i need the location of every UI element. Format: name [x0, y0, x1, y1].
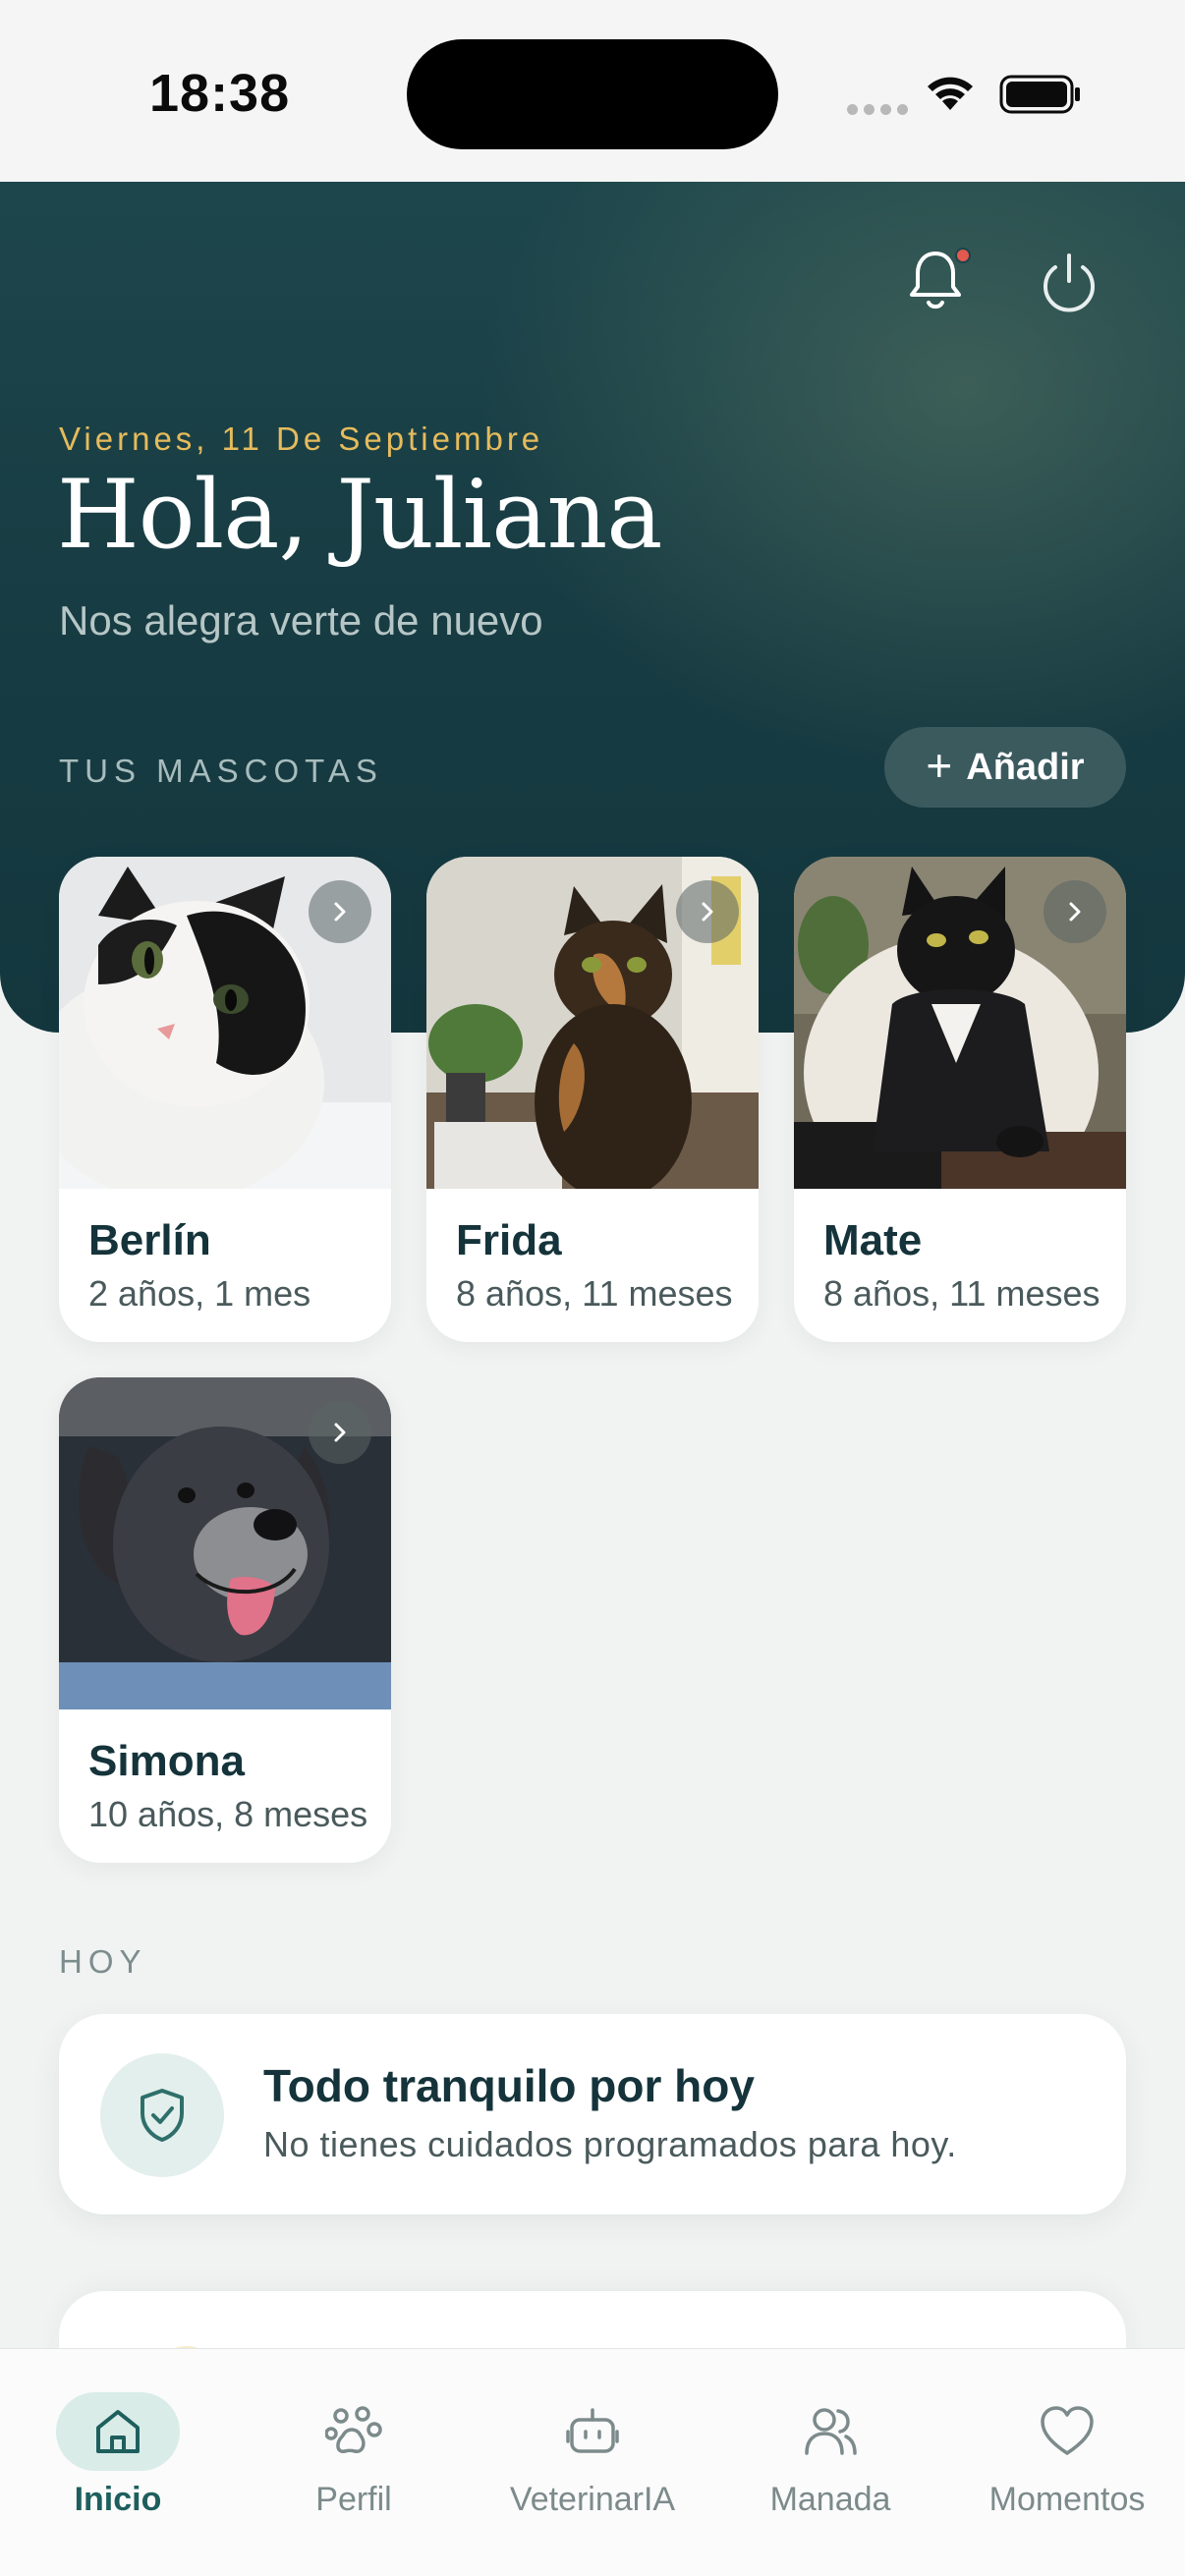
pet-card-frida[interactable]: Frida 8 años, 11 meses: [426, 857, 759, 1342]
pet-age: 10 años, 8 meses: [88, 1794, 368, 1834]
pet-name: Frida: [456, 1216, 562, 1264]
notification-badge: [955, 248, 971, 263]
nav-label: Momentos: [988, 2481, 1146, 2518]
pet-photo-mate: [794, 857, 1126, 1189]
status-bar: 18:38: [0, 0, 1185, 182]
pet-name: Simona: [88, 1737, 245, 1785]
robot-icon: [566, 2408, 619, 2453]
plus-icon: +: [926, 740, 953, 791]
add-pet-button[interactable]: + Añadir: [884, 727, 1126, 808]
paw-icon: [325, 2406, 382, 2453]
cellular-signal-icon: [847, 104, 908, 115]
current-date: Viernes, 11 De Septiembre: [59, 420, 544, 457]
heart-icon: [1041, 2406, 1094, 2455]
nav-item-veterinaria[interactable]: VeterinarIA: [475, 2349, 710, 2576]
add-pet-label: Añadir: [966, 746, 1085, 788]
pet-card-berlin[interactable]: Berlín 2 años, 1 mes: [59, 857, 391, 1342]
battery-icon: [999, 75, 1080, 114]
pet-name: Mate: [823, 1216, 923, 1264]
pet-name: Berlín: [88, 1216, 211, 1264]
nav-label: Manada: [769, 2481, 891, 2518]
pet-photo-berlin: [59, 857, 391, 1189]
nav-item-manada[interactable]: Manada: [712, 2349, 948, 2576]
dynamic-island: [407, 39, 778, 149]
pet-age: 8 años, 11 meses: [823, 1273, 1100, 1314]
home-icon: [96, 2410, 140, 2453]
today-summary-card: Todo tranquilo por hoy No tienes cuidado…: [59, 2014, 1126, 2214]
chevron-right-icon: [309, 880, 371, 943]
nav-label: Perfil: [315, 2481, 392, 2518]
chevron-right-icon: [676, 880, 739, 943]
nav-label: Inicio: [74, 2481, 162, 2518]
greeting-subtitle: Nos alegra verte de nuevo: [59, 597, 543, 644]
greeting-title: Hola, Juliana: [57, 460, 662, 570]
pet-card-mate[interactable]: Mate 8 años, 11 meses: [794, 857, 1126, 1342]
wifi-icon: [928, 77, 973, 110]
pet-card-simona[interactable]: Simona 10 años, 8 meses: [59, 1377, 391, 1863]
pet-photo-frida: [426, 857, 759, 1189]
chevron-right-icon: [309, 1401, 371, 1464]
pet-age: 2 años, 1 mes: [88, 1273, 311, 1314]
today-title: Todo tranquilo por hoy: [263, 2060, 755, 2111]
pet-photo-simona: [59, 1377, 391, 1709]
users-icon: [805, 2408, 857, 2455]
status-time: 18:38: [149, 64, 291, 123]
logout-power-icon[interactable]: [1038, 250, 1100, 318]
bottom-navigation: Inicio Perfil VeterinarIA Manada Momento…: [0, 2348, 1185, 2576]
chevron-right-icon: [1044, 880, 1106, 943]
nav-item-inicio[interactable]: Inicio: [0, 2349, 236, 2576]
nav-item-momentos[interactable]: Momentos: [949, 2349, 1185, 2576]
today-section-heading: HOY: [59, 1943, 147, 1980]
today-description: No tienes cuidados programados para hoy.: [263, 2124, 957, 2164]
nav-item-perfil[interactable]: Perfil: [236, 2349, 472, 2576]
shield-check-icon: [100, 2053, 224, 2177]
nav-label: VeterinarIA: [509, 2481, 676, 2518]
pets-section-heading: TUS MASCOTAS: [59, 753, 383, 789]
pet-age: 8 años, 11 meses: [456, 1273, 733, 1314]
